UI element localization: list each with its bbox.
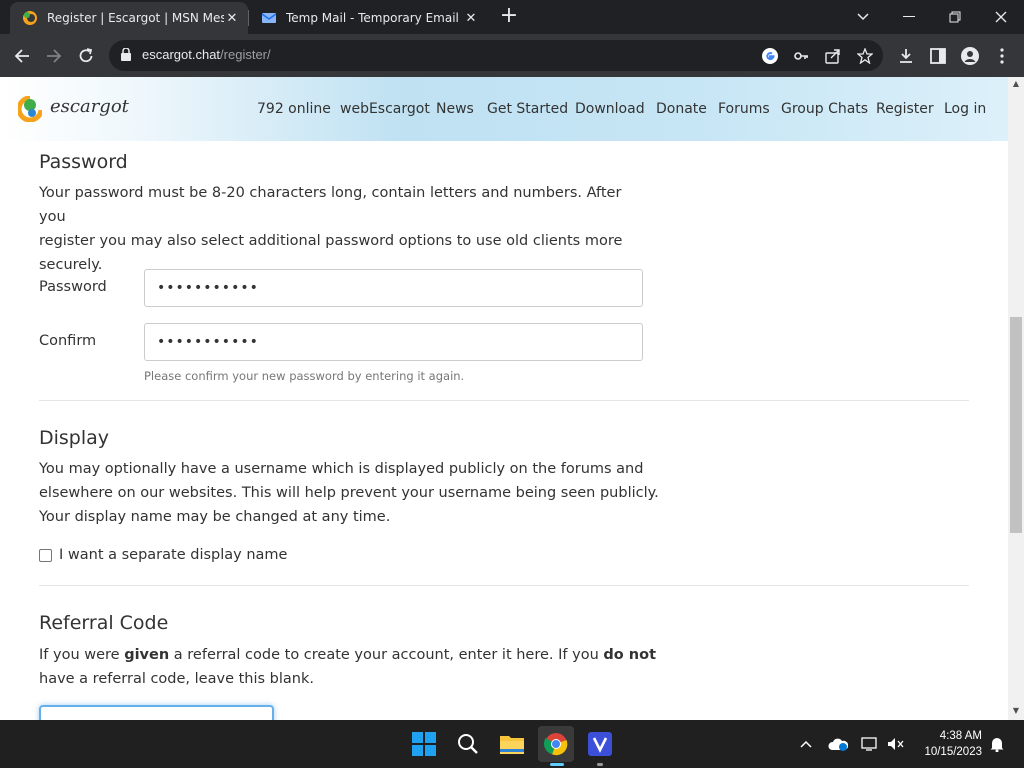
display-name-checkbox-row[interactable]: I want a separate display name xyxy=(39,547,287,563)
search-icon[interactable] xyxy=(450,726,486,762)
clock-time: 4:38 AM xyxy=(939,730,982,742)
nav-group-chats[interactable]: Group Chats xyxy=(781,101,868,117)
active-app-indicator xyxy=(550,763,564,766)
referral-emphasis: do not xyxy=(603,647,656,663)
restore-icon[interactable] xyxy=(932,0,978,34)
onedrive-icon[interactable] xyxy=(828,734,848,754)
back-icon[interactable] xyxy=(9,43,35,69)
nav-download[interactable]: Download xyxy=(575,101,645,117)
site-header: escargot 792 online webEscargot News Get… xyxy=(0,77,1008,141)
scroll-up-icon[interactable]: ▲ xyxy=(1008,77,1024,91)
referral-text: If you were xyxy=(39,647,125,663)
display-name-checkbox[interactable] xyxy=(39,548,52,562)
brand-name[interactable]: escargot xyxy=(50,96,129,117)
browser-tab-bar: Register | Escargot | MSN Messe ✕ Temp M… xyxy=(0,0,1024,34)
referral-code-input[interactable] xyxy=(39,705,274,720)
network-icon[interactable] xyxy=(860,734,880,754)
minimize-icon[interactable] xyxy=(886,0,932,34)
browser-toolbar: escargot.chat/register/ xyxy=(0,34,1024,77)
menu-kebab-icon[interactable] xyxy=(992,46,1012,66)
nav-webescargot[interactable]: webEscargot xyxy=(340,101,430,117)
scroll-down-icon[interactable]: ▼ xyxy=(1008,704,1024,718)
chrome-taskbar-icon[interactable] xyxy=(538,726,574,762)
url-path: /register/ xyxy=(220,47,271,62)
referral-text: a referral code to create your account, … xyxy=(169,647,604,663)
lock-icon[interactable] xyxy=(121,48,131,61)
password-field[interactable]: ••••••••••• xyxy=(144,269,643,307)
tab-register[interactable]: Register | Escargot | MSN Messe ✕ xyxy=(10,2,248,34)
password-description: Your password must be 8-20 characters lo… xyxy=(39,181,649,277)
google-icon[interactable] xyxy=(760,46,780,66)
chevron-up-icon[interactable] xyxy=(796,734,816,754)
running-app-indicator xyxy=(597,763,603,766)
url-host: escargot.chat xyxy=(142,47,221,62)
download-icon[interactable] xyxy=(896,46,916,66)
forward-icon[interactable] xyxy=(41,43,67,69)
key-icon[interactable] xyxy=(791,46,811,66)
windows-start-icon[interactable] xyxy=(406,726,442,762)
bookmark-star-icon[interactable] xyxy=(855,46,875,66)
reload-icon[interactable] xyxy=(73,43,99,69)
volume-muted-icon[interactable] xyxy=(886,734,906,754)
password-label: Password xyxy=(39,279,107,295)
url-text[interactable]: escargot.chat/register/ xyxy=(142,47,271,62)
nav-get-started[interactable]: Get Started xyxy=(487,101,568,117)
tab-title: Register | Escargot | MSN Messe xyxy=(47,11,224,25)
nav-log-in[interactable]: Log in xyxy=(944,101,986,117)
mail-favicon-icon xyxy=(261,13,277,23)
display-description-line: You may optionally have a username which… xyxy=(39,461,644,477)
escargot-logo-icon[interactable] xyxy=(18,96,42,122)
referral-emphasis: given xyxy=(124,647,170,663)
password-heading: Password xyxy=(39,151,128,173)
vpn-app-icon[interactable] xyxy=(582,726,618,762)
nav-register[interactable]: Register xyxy=(876,101,934,117)
nav-forums[interactable]: Forums xyxy=(718,101,770,117)
confirm-help-text: Please confirm your new password by ente… xyxy=(144,369,465,383)
display-description-line: elsewhere on our websites. This will hel… xyxy=(39,485,659,501)
close-tab-icon[interactable]: ✕ xyxy=(224,11,240,26)
display-description: You may optionally have a username which… xyxy=(39,457,659,529)
display-name-checkbox-label[interactable]: I want a separate display name xyxy=(59,547,287,563)
clock-date: 10/15/2023 xyxy=(924,746,982,758)
scrollbar-thumb[interactable] xyxy=(1010,317,1022,533)
password-description-line: Your password must be 8-20 characters lo… xyxy=(39,185,622,225)
referral-description-line: If you were given a referral code to cre… xyxy=(39,643,659,667)
new-tab-icon[interactable]: + xyxy=(499,5,519,27)
tab-search-icon[interactable] xyxy=(840,0,886,34)
display-heading: Display xyxy=(39,427,110,449)
display-description-line: Your display name may be changed at any … xyxy=(39,509,391,525)
password-description-line: register you may also select additional … xyxy=(39,233,623,249)
escargot-favicon-icon xyxy=(23,11,37,25)
file-explorer-icon[interactable] xyxy=(494,726,530,762)
system-clock[interactable]: 4:38 AM 10/15/2023 xyxy=(912,728,982,760)
nav-news[interactable]: News xyxy=(436,101,474,117)
tab-title: Temp Mail - Temporary Email xyxy=(286,11,459,25)
notification-bell-icon[interactable] xyxy=(987,734,1007,754)
referral-heading: Referral Code xyxy=(39,612,169,634)
nav-online-count[interactable]: 792 online xyxy=(257,101,331,117)
tab-temp-mail[interactable]: Temp Mail - Temporary Email ✕ xyxy=(249,2,487,34)
close-window-icon[interactable] xyxy=(978,0,1024,34)
windows-taskbar: 4:38 AM 10/15/2023 xyxy=(0,720,1024,768)
section-divider xyxy=(39,585,969,586)
referral-description: If you were given a referral code to cre… xyxy=(39,643,659,691)
referral-description-line: have a referral code, leave this blank. xyxy=(39,671,314,687)
nav-donate[interactable]: Donate xyxy=(656,101,707,117)
confirm-label: Confirm xyxy=(39,333,97,349)
side-panel-icon[interactable] xyxy=(928,46,948,66)
share-icon[interactable] xyxy=(823,46,843,66)
profile-icon[interactable] xyxy=(960,46,980,66)
close-tab-icon[interactable]: ✕ xyxy=(463,11,479,26)
confirm-password-field[interactable]: ••••••••••• xyxy=(144,323,643,361)
page-viewport: escargot 792 online webEscargot News Get… xyxy=(0,77,1024,720)
section-divider xyxy=(39,400,969,401)
address-bar[interactable]: escargot.chat/register/ xyxy=(109,40,883,71)
